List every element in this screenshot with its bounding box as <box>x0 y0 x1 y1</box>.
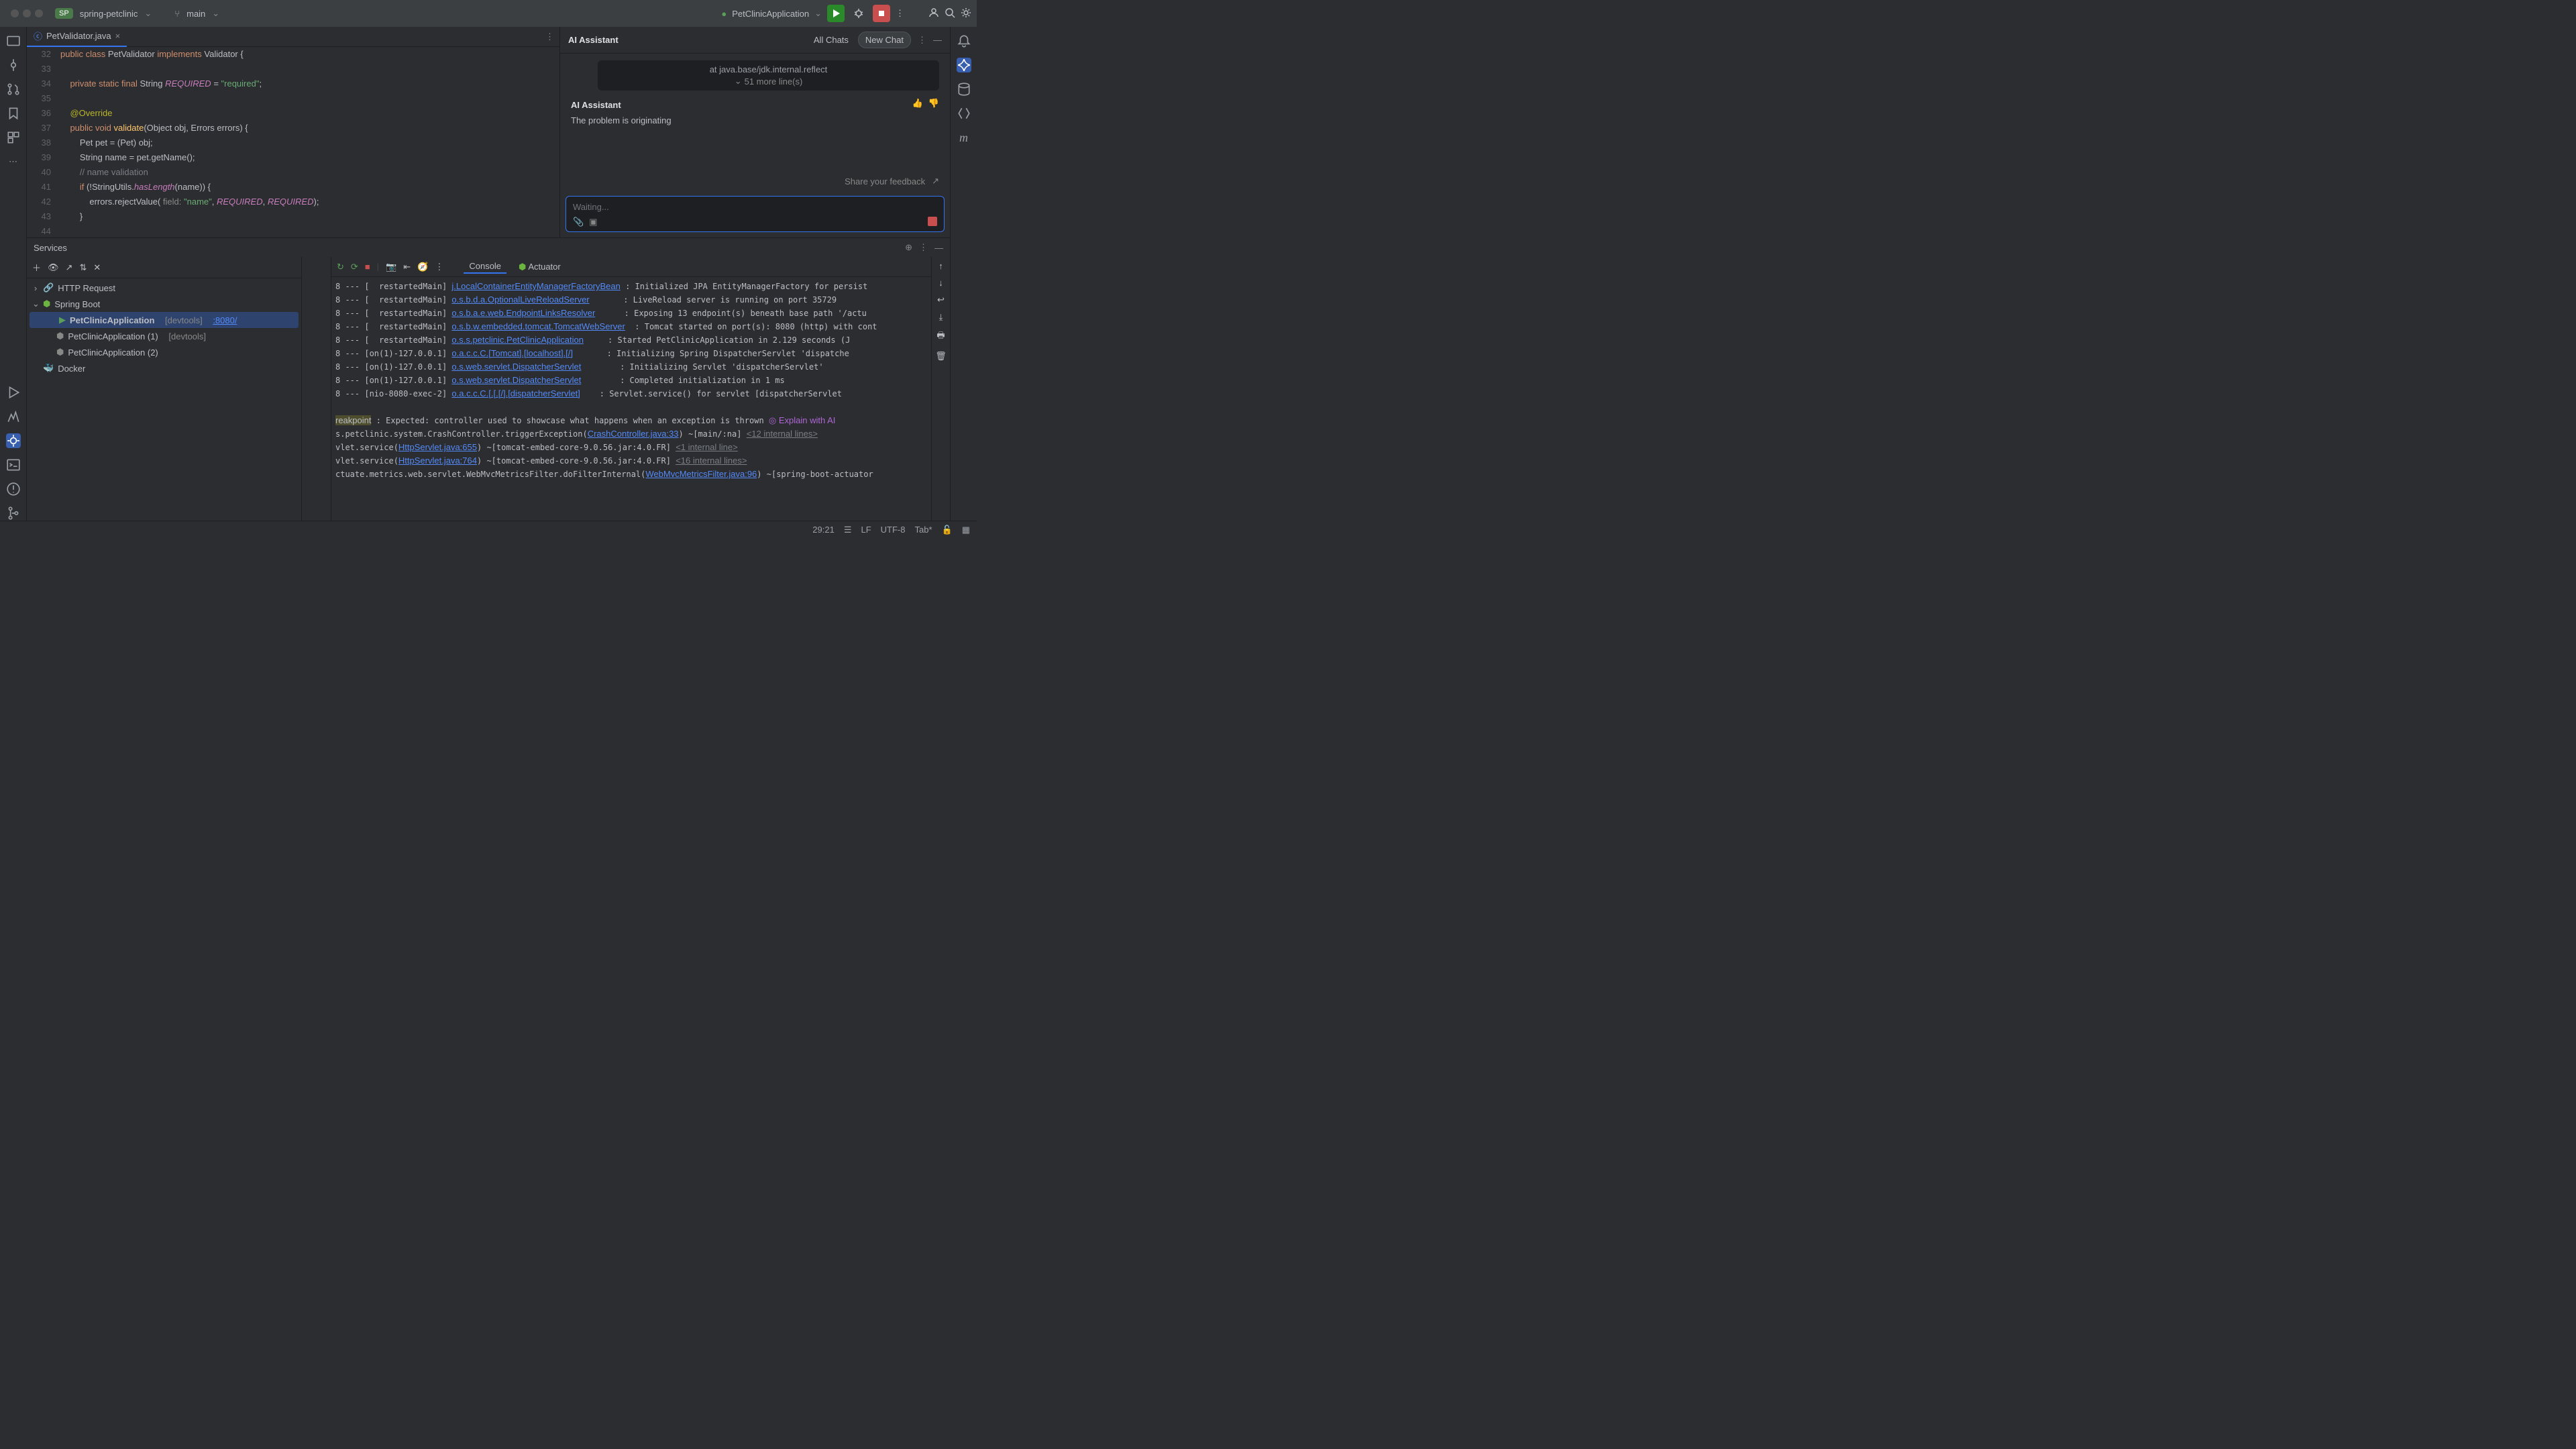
project-name[interactable]: spring-petclinic <box>80 9 138 19</box>
stop-button[interactable] <box>873 5 890 22</box>
run-tool-icon[interactable] <box>6 385 21 400</box>
inspection-icon[interactable]: ☰ <box>844 525 852 535</box>
ai-stop-button[interactable] <box>928 217 937 226</box>
feedback-link[interactable]: Share your feedback <box>845 176 925 186</box>
chevron-down-icon[interactable]: ⌄ <box>144 8 152 19</box>
build-tool-icon[interactable] <box>6 409 21 424</box>
memory-icon[interactable]: ▦ <box>962 525 970 535</box>
stack-snippet: at java.base/jdk.internal.reflect ⌄ 51 m… <box>598 60 939 91</box>
readonly-icon[interactable]: 🔓 <box>942 525 953 535</box>
maven-icon[interactable]: m <box>957 130 971 145</box>
bug-run-icon: ● <box>721 9 727 19</box>
run-config-name[interactable]: PetClinicApplication <box>732 9 809 19</box>
more-icon[interactable]: ⋮ <box>918 35 926 46</box>
trash-icon[interactable]: 🗑 <box>935 351 947 362</box>
show-icon[interactable]: 👁 <box>48 262 59 273</box>
add-icon[interactable]: ＋ <box>32 261 41 274</box>
tree-app-1[interactable]: ⬢PetClinicApplication (1) [devtools] <box>27 328 301 344</box>
indent-setting[interactable]: Tab* <box>914 525 932 535</box>
vcs-tool-icon[interactable] <box>6 506 21 521</box>
project-tool-icon[interactable] <box>6 34 21 48</box>
caret-position[interactable]: 29:21 <box>812 525 835 535</box>
collapse-icon[interactable]: ⇅ <box>79 262 87 273</box>
ai-message-author: AI Assistant <box>571 100 621 110</box>
ai-panel-title: AI Assistant <box>568 35 619 45</box>
class-icon: ⓒ <box>34 30 42 42</box>
chevron-down-icon[interactable]: ⌄ <box>212 8 219 19</box>
expand-lines-button[interactable]: ⌄ 51 more line(s) <box>735 76 803 87</box>
more-icon[interactable]: ⋮ <box>919 242 928 253</box>
code-editor[interactable]: public class PetValidator implements Val… <box>56 47 559 237</box>
console-tab[interactable]: Console <box>464 260 506 274</box>
console-output[interactable]: 8 --- [ restartedMain] j.LocalContainerE… <box>331 277 931 521</box>
tree-app-2[interactable]: ⬢PetClinicApplication (2) <box>27 344 301 360</box>
stop-process-icon[interactable]: ■ <box>365 262 370 272</box>
run-button[interactable] <box>827 5 845 22</box>
scroll-up-icon[interactable]: ↑ <box>938 261 943 271</box>
terminal-icon[interactable] <box>6 458 21 472</box>
add-target-icon[interactable]: ⊕ <box>905 242 912 253</box>
chevron-down-icon[interactable]: ⌄ <box>814 8 822 19</box>
chevron-down-icon: ⌄ <box>735 76 742 87</box>
tree-spring-boot[interactable]: ⌄⬢Spring Boot <box>27 296 301 312</box>
services-title: Services <box>34 243 67 253</box>
tree-app-running[interactable]: ▶ PetClinicApplication [devtools] :8080/ <box>30 312 299 328</box>
structure-icon[interactable] <box>6 130 21 145</box>
external-icon[interactable]: ↗ <box>66 262 73 273</box>
tab-new-chat[interactable]: New Chat <box>858 32 911 48</box>
minimize-icon[interactable]: — <box>933 35 942 45</box>
trace-icon[interactable]: 🧭 <box>417 262 428 272</box>
actuator-tab[interactable]: ⬢ Actuator <box>513 260 566 274</box>
tree-docker[interactable]: 🐳Docker <box>27 360 301 376</box>
codewithme-icon[interactable] <box>928 7 939 20</box>
thumbs-down-icon[interactable]: 👎 <box>928 98 939 109</box>
endpoints-icon[interactable] <box>957 106 971 121</box>
ai-assistant-icon[interactable] <box>957 58 971 72</box>
line-ending[interactable]: LF <box>861 525 871 535</box>
more-icon[interactable]: ⋮ <box>896 8 904 19</box>
more-icon[interactable]: ⋮ <box>540 32 559 42</box>
rerun-icon[interactable]: ↻ <box>337 262 344 272</box>
close-icon[interactable]: × <box>115 31 121 41</box>
debug-button[interactable] <box>850 5 867 22</box>
search-icon[interactable] <box>945 7 955 20</box>
rerun-debug-icon[interactable]: ⟳ <box>351 262 358 272</box>
notifications-icon[interactable] <box>957 34 971 48</box>
context-icon[interactable]: ▣ <box>589 217 597 227</box>
tab-all-chats[interactable]: All Chats <box>807 32 855 48</box>
bookmarks-icon[interactable] <box>6 106 21 121</box>
soft-wrap-icon[interactable]: ↩ <box>937 294 945 305</box>
more-icon[interactable]: ⋮ <box>435 262 443 272</box>
branch-icon: ⑂ <box>174 9 180 19</box>
thumbs-up-icon[interactable]: 👍 <box>912 98 923 109</box>
close-icon[interactable]: ✕ <box>93 262 101 273</box>
branch-name[interactable]: main <box>186 9 205 19</box>
minimize-icon[interactable]: — <box>934 243 943 253</box>
external-link-icon: ↗ <box>932 176 939 186</box>
services-tool-icon[interactable] <box>6 433 21 448</box>
print-icon[interactable]: 🖶 <box>936 329 945 344</box>
ai-input-box[interactable]: Waiting... 📎 ▣ <box>566 196 945 232</box>
commit-tool-icon[interactable] <box>6 58 21 72</box>
scroll-down-icon[interactable]: ↓ <box>938 278 943 288</box>
ai-message-body: The problem is originating <box>571 115 939 125</box>
tab-filename: PetValidator.java <box>46 31 111 41</box>
editor-tab[interactable]: ⓒ PetValidator.java × <box>27 27 127 47</box>
ai-input-placeholder: Waiting... <box>573 202 937 212</box>
more-tools-icon[interactable]: ⋯ <box>6 154 21 169</box>
file-encoding[interactable]: UTF-8 <box>881 525 906 535</box>
scroll-end-icon[interactable]: ⤓ <box>939 312 943 323</box>
attach-icon[interactable]: 📎 <box>573 217 584 227</box>
database-icon[interactable] <box>957 82 971 97</box>
dump-icon[interactable]: 📷 <box>386 262 396 272</box>
project-badge: SP <box>55 8 73 19</box>
tree-http-request[interactable]: ›🔗HTTP Request <box>27 280 301 296</box>
problems-icon[interactable] <box>6 482 21 496</box>
pull-requests-icon[interactable] <box>6 82 21 97</box>
gear-icon[interactable] <box>961 7 971 20</box>
exit-icon[interactable]: ⇤ <box>403 262 411 272</box>
